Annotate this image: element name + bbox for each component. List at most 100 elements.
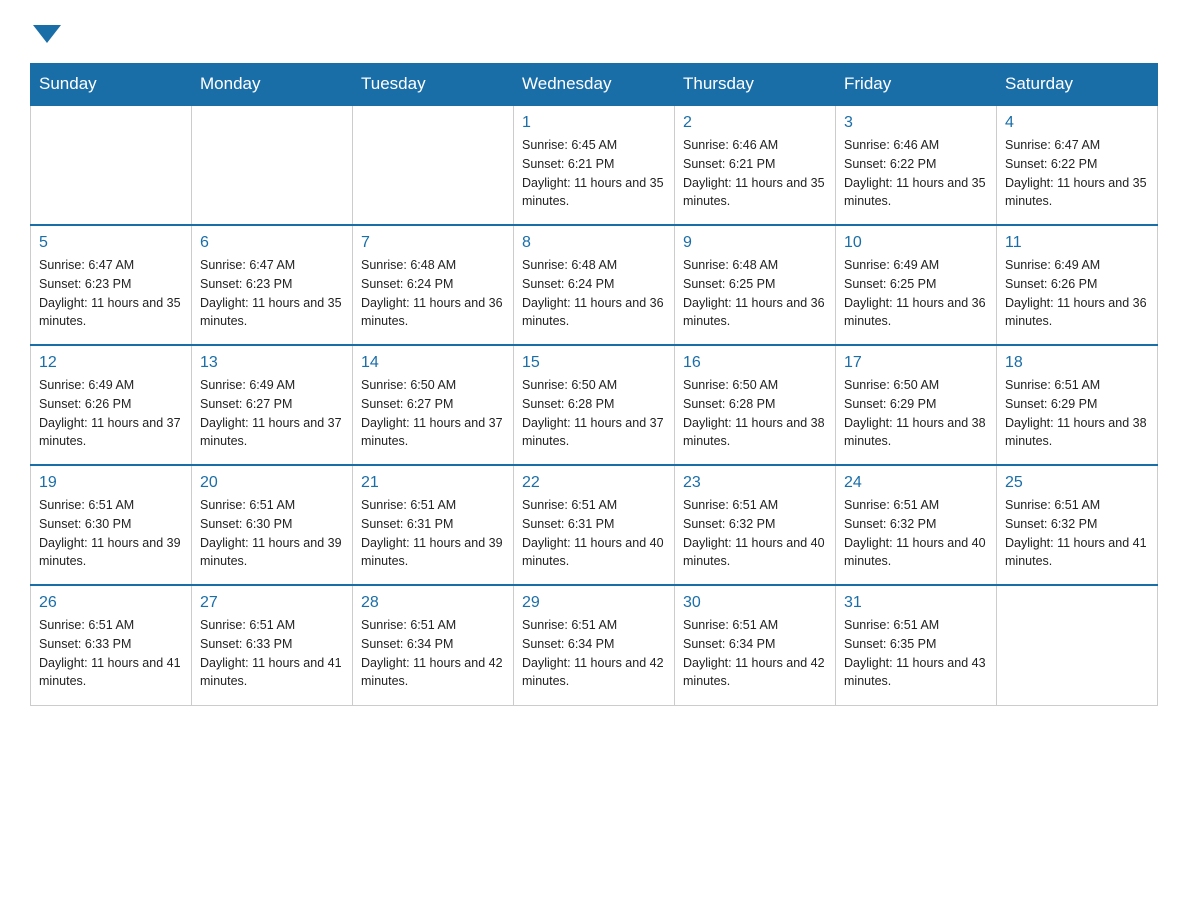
calendar-cell: 18 Sunrise: 6:51 AMSunset: 6:29 PMDayligh… (997, 345, 1158, 465)
day-info: Sunrise: 6:46 AMSunset: 6:21 PMDaylight:… (683, 136, 827, 211)
calendar-table: SundayMondayTuesdayWednesdayThursdayFrid… (30, 63, 1158, 706)
calendar-cell: 3 Sunrise: 6:46 AMSunset: 6:22 PMDaylight… (836, 105, 997, 225)
day-info: Sunrise: 6:51 AMSunset: 6:35 PMDaylight:… (844, 616, 988, 691)
day-number: 25 (1005, 474, 1149, 492)
calendar-cell: 8 Sunrise: 6:48 AMSunset: 6:24 PMDaylight… (514, 225, 675, 345)
day-info: Sunrise: 6:51 AMSunset: 6:30 PMDaylight:… (39, 496, 183, 571)
calendar-cell: 20Sunrise: 6:51 AMSunset: 6:30 PMDayligh… (192, 465, 353, 585)
day-info: Sunrise: 6:49 AMSunset: 6:26 PMDaylight:… (1005, 256, 1149, 331)
calendar-cell: 4Sunrise: 6:47 AMSunset: 6:22 PMDaylight… (997, 105, 1158, 225)
day-info: Sunrise: 6:50 AMSunset: 6:29 PMDaylight:… (844, 376, 988, 451)
day-of-week-header: Monday (192, 64, 353, 106)
calendar-cell: 5 Sunrise: 6:47 AMSunset: 6:23 PMDaylight… (31, 225, 192, 345)
day-info: Sunrise: 6:51 AMSunset: 6:33 PMDaylight:… (39, 616, 183, 691)
day-number: 31 (844, 594, 988, 612)
day-info: Sunrise: 6:51 AMSunset: 6:31 PMDaylight:… (522, 496, 666, 571)
day-info: Sunrise: 6:51 AMSunset: 6:29 PMDaylight:… (1005, 376, 1149, 451)
day-info: Sunrise: 6:51 AMSunset: 6:32 PMDaylight:… (1005, 496, 1149, 571)
day-number: 22 (522, 474, 666, 492)
day-number: 20 (200, 474, 344, 492)
calendar-cell (997, 585, 1158, 705)
day-number: 19 (39, 474, 183, 492)
calendar-cell: 29 Sunrise: 6:51 AMSunset: 6:34 PMDayligh… (514, 585, 675, 705)
day-info: Sunrise: 6:46 AMSunset: 6:22 PMDaylight:… (844, 136, 988, 211)
day-of-week-header: Friday (836, 64, 997, 106)
day-info: Sunrise: 6:47 AMSunset: 6:23 PMDaylight:… (200, 256, 344, 331)
day-number: 30 (683, 594, 827, 612)
day-info: Sunrise: 6:51 AMSunset: 6:31 PMDaylight:… (361, 496, 505, 571)
calendar-cell (31, 105, 192, 225)
day-info: Sunrise: 6:50 AMSunset: 6:28 PMDaylight:… (683, 376, 827, 451)
calendar-week-row: 5 Sunrise: 6:47 AMSunset: 6:23 PMDaylight… (31, 225, 1158, 345)
calendar-cell: 7 Sunrise: 6:48 AMSunset: 6:24 PMDaylight… (353, 225, 514, 345)
page-header (30, 20, 1158, 43)
calendar-cell: 28 Sunrise: 6:51 AMSunset: 6:34 PMDayligh… (353, 585, 514, 705)
calendar-week-row: 1 Sunrise: 6:45 AMSunset: 6:21 PMDaylight… (31, 105, 1158, 225)
calendar-cell: 27Sunrise: 6:51 AMSunset: 6:33 PMDayligh… (192, 585, 353, 705)
calendar-cell (192, 105, 353, 225)
day-number: 7 (361, 234, 505, 252)
calendar-cell: 16Sunrise: 6:50 AMSunset: 6:28 PMDayligh… (675, 345, 836, 465)
day-of-week-header: Wednesday (514, 64, 675, 106)
calendar-header-row: SundayMondayTuesdayWednesdayThursdayFrid… (31, 64, 1158, 106)
calendar-cell: 25 Sunrise: 6:51 AMSunset: 6:32 PMDayligh… (997, 465, 1158, 585)
calendar-cell: 12Sunrise: 6:49 AMSunset: 6:26 PMDayligh… (31, 345, 192, 465)
day-number: 11 (1005, 234, 1149, 252)
calendar-cell: 11 Sunrise: 6:49 AMSunset: 6:26 PMDayligh… (997, 225, 1158, 345)
day-number: 17 (844, 354, 988, 372)
calendar-cell: 9 Sunrise: 6:48 AMSunset: 6:25 PMDaylight… (675, 225, 836, 345)
day-info: Sunrise: 6:45 AMSunset: 6:21 PMDaylight:… (522, 136, 666, 211)
day-of-week-header: Thursday (675, 64, 836, 106)
day-number: 5 (39, 234, 183, 252)
calendar-cell: 19 Sunrise: 6:51 AMSunset: 6:30 PMDayligh… (31, 465, 192, 585)
day-number: 3 (844, 114, 988, 132)
day-of-week-header: Tuesday (353, 64, 514, 106)
calendar-cell: 10 Sunrise: 6:49 AMSunset: 6:25 PMDayligh… (836, 225, 997, 345)
calendar-week-row: 19 Sunrise: 6:51 AMSunset: 6:30 PMDayligh… (31, 465, 1158, 585)
day-of-week-header: Saturday (997, 64, 1158, 106)
day-info: Sunrise: 6:49 AMSunset: 6:27 PMDaylight:… (200, 376, 344, 451)
calendar-cell: 15 Sunrise: 6:50 AMSunset: 6:28 PMDayligh… (514, 345, 675, 465)
day-number: 18 (1005, 354, 1149, 372)
day-number: 9 (683, 234, 827, 252)
calendar-cell: 14 Sunrise: 6:50 AMSunset: 6:27 PMDayligh… (353, 345, 514, 465)
calendar-cell: 1 Sunrise: 6:45 AMSunset: 6:21 PMDaylight… (514, 105, 675, 225)
day-number: 2 (683, 114, 827, 132)
day-number: 8 (522, 234, 666, 252)
day-info: Sunrise: 6:47 AMSunset: 6:23 PMDaylight:… (39, 256, 183, 331)
calendar-cell: 2 Sunrise: 6:46 AMSunset: 6:21 PMDaylight… (675, 105, 836, 225)
calendar-cell: 30 Sunrise: 6:51 AMSunset: 6:34 PMDayligh… (675, 585, 836, 705)
day-number: 4 (1005, 114, 1149, 132)
day-number: 10 (844, 234, 988, 252)
day-number: 1 (522, 114, 666, 132)
day-of-week-header: Sunday (31, 64, 192, 106)
day-info: Sunrise: 6:51 AMSunset: 6:32 PMDaylight:… (844, 496, 988, 571)
day-info: Sunrise: 6:48 AMSunset: 6:25 PMDaylight:… (683, 256, 827, 331)
day-number: 27 (200, 594, 344, 612)
day-number: 13 (200, 354, 344, 372)
calendar-cell (353, 105, 514, 225)
day-number: 26 (39, 594, 183, 612)
day-info: Sunrise: 6:51 AMSunset: 6:34 PMDaylight:… (361, 616, 505, 691)
day-info: Sunrise: 6:48 AMSunset: 6:24 PMDaylight:… (361, 256, 505, 331)
day-info: Sunrise: 6:51 AMSunset: 6:34 PMDaylight:… (522, 616, 666, 691)
logo-arrow-icon (33, 25, 61, 43)
calendar-cell: 23Sunrise: 6:51 AMSunset: 6:32 PMDayligh… (675, 465, 836, 585)
calendar-cell: 21 Sunrise: 6:51 AMSunset: 6:31 PMDayligh… (353, 465, 514, 585)
calendar-cell: 26 Sunrise: 6:51 AMSunset: 6:33 PMDayligh… (31, 585, 192, 705)
day-info: Sunrise: 6:51 AMSunset: 6:32 PMDaylight:… (683, 496, 827, 571)
day-info: Sunrise: 6:50 AMSunset: 6:27 PMDaylight:… (361, 376, 505, 451)
day-info: Sunrise: 6:48 AMSunset: 6:24 PMDaylight:… (522, 256, 666, 331)
day-info: Sunrise: 6:50 AMSunset: 6:28 PMDaylight:… (522, 376, 666, 451)
calendar-week-row: 12Sunrise: 6:49 AMSunset: 6:26 PMDayligh… (31, 345, 1158, 465)
day-number: 28 (361, 594, 505, 612)
day-number: 6 (200, 234, 344, 252)
day-number: 21 (361, 474, 505, 492)
day-number: 29 (522, 594, 666, 612)
calendar-cell: 13 Sunrise: 6:49 AMSunset: 6:27 PMDayligh… (192, 345, 353, 465)
calendar-week-row: 26 Sunrise: 6:51 AMSunset: 6:33 PMDayligh… (31, 585, 1158, 705)
day-number: 15 (522, 354, 666, 372)
day-info: Sunrise: 6:51 AMSunset: 6:34 PMDaylight:… (683, 616, 827, 691)
day-info: Sunrise: 6:49 AMSunset: 6:25 PMDaylight:… (844, 256, 988, 331)
day-number: 14 (361, 354, 505, 372)
